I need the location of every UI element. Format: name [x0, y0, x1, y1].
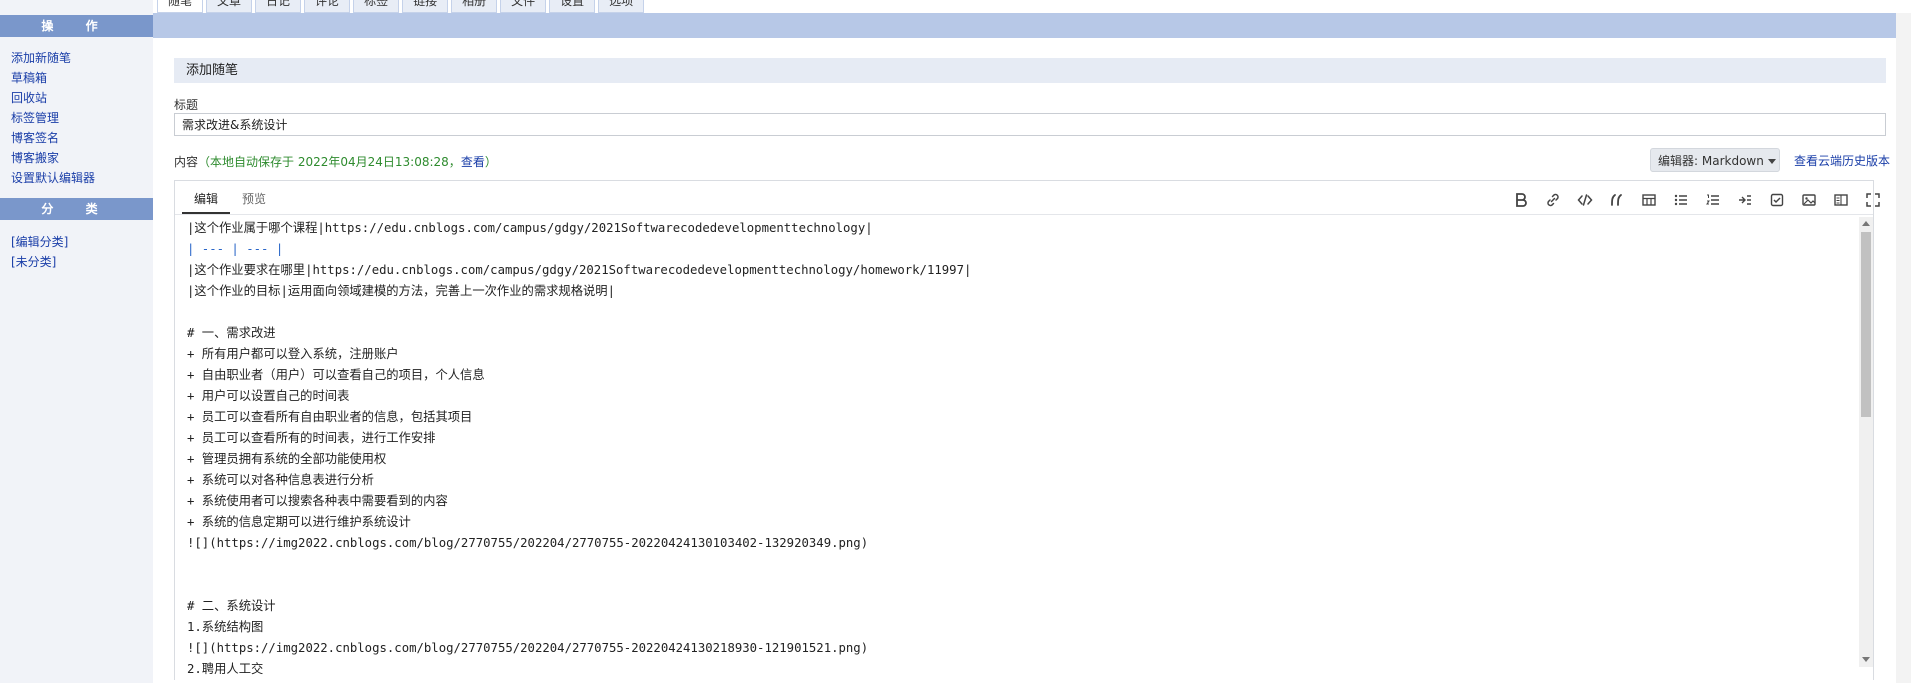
sidebar-link-signature[interactable]: 博客签名 — [11, 128, 95, 148]
content-label: 内容 — [174, 155, 199, 169]
tab-files[interactable]: 文件 — [500, 0, 547, 13]
code-line: + 系统可以对各种信息表进行分析 — [187, 473, 374, 487]
split-view-icon[interactable] — [1825, 190, 1857, 210]
scroll-down-icon[interactable] — [1862, 657, 1870, 662]
tab-tags[interactable]: 标签 — [353, 0, 400, 13]
sidebar-link-default-editor[interactable]: 设置默认编辑器 — [11, 168, 95, 188]
tab-edit[interactable]: 编辑 — [182, 186, 231, 214]
editor-tabs: 编辑 预览 — [182, 186, 278, 214]
code-line: + 用户可以设置自己的时间表 — [187, 389, 350, 403]
bullet-list-icon[interactable] — [1665, 190, 1697, 210]
tab-settings[interactable]: 设置 — [549, 0, 596, 13]
link-icon[interactable] — [1537, 190, 1569, 210]
code-line: # 二、系统设计 — [187, 599, 276, 613]
tab-divider — [175, 214, 1873, 215]
sidebar-link-drafts[interactable]: 草稿箱 — [11, 68, 95, 88]
numbered-list-icon[interactable] — [1697, 190, 1729, 210]
top-bar — [153, 13, 1911, 38]
autosave-view-link[interactable]: 查看 — [461, 155, 485, 169]
code-line: |这个作业的目标|运用面向领域建模的方法，完善上一次作业的需求规格说明| — [187, 284, 616, 298]
code-line: + 员工可以查看所有自由职业者的信息，包括其项目 — [187, 410, 473, 424]
ops-links: 添加新随笔 草稿箱 回收站 标签管理 博客签名 博客搬家 设置默认编辑器 — [11, 48, 95, 188]
sidebar-link-uncategorized[interactable]: [未分类] — [11, 252, 68, 272]
checkbox-icon[interactable] — [1761, 190, 1793, 210]
code-line: ![](https://img2022.cnblogs.com/blog/277… — [187, 536, 869, 550]
editor-toolbar — [1505, 190, 1889, 210]
page-scrollbar[interactable] — [1896, 13, 1911, 683]
tab-links[interactable]: 链接 — [402, 0, 449, 13]
category-links: [编辑分类] [未分类] — [11, 232, 68, 272]
editor-select[interactable]: 编辑器: Markdown — [1650, 148, 1780, 172]
code-line: 2.聘用人工交 — [187, 662, 264, 676]
autosave-status: （本地自动保存于 2022年04月24日13:08:28，查看） — [198, 155, 497, 169]
ops-header: 操 作 — [0, 15, 153, 37]
code-line: + 所有用户都可以登入系统，注册账户 — [187, 347, 399, 361]
code-line: | --- | --- | — [187, 242, 284, 256]
sidebar-link-tag-manage[interactable]: 标签管理 — [11, 108, 95, 128]
section-title: 添加随笔 — [174, 58, 1886, 83]
code-line: 1.系统结构图 — [187, 620, 264, 634]
code-line: # 一、需求改进 — [187, 326, 276, 340]
tab-comments[interactable]: 评论 — [304, 0, 351, 13]
title-label: 标题 — [174, 98, 199, 112]
scroll-thumb[interactable] — [1861, 232, 1871, 417]
tab-diary[interactable]: 日记 — [255, 0, 302, 13]
sidebar: 操 作 添加新随笔 草稿箱 回收站 标签管理 博客签名 博客搬家 设置默认编辑器… — [0, 0, 153, 683]
quote-icon[interactable] — [1601, 190, 1633, 210]
code-line: + 系统的信息定期可以进行维护系统设计 — [187, 515, 411, 529]
code-line: |这个作业要求在哪里|https://edu.cnblogs.com/campu… — [187, 263, 972, 277]
category-header: 分 类 — [0, 198, 153, 220]
chevron-down-icon — [1767, 159, 1776, 164]
tab-preview[interactable]: 预览 — [230, 186, 278, 212]
code-line: |这个作业属于哪个课程|https://edu.cnblogs.com/camp… — [187, 221, 873, 235]
code-icon[interactable] — [1569, 190, 1601, 210]
top-tabs: 随笔 文章 日记 评论 标签 链接 相册 文件 设置 选项 — [157, 0, 645, 13]
code-line: + 系统使用者可以搜索各种表中需要看到的内容 — [187, 494, 448, 508]
markdown-editor[interactable]: |这个作业属于哪个课程|https://edu.cnblogs.com/camp… — [187, 218, 1857, 680]
sidebar-link-migrate[interactable]: 博客搬家 — [11, 148, 95, 168]
tab-albums[interactable]: 相册 — [451, 0, 498, 13]
code-line: + 自由职业者（用户）可以查看自己的项目，个人信息 — [187, 368, 485, 382]
table-icon[interactable] — [1633, 190, 1665, 210]
title-input[interactable] — [174, 113, 1886, 136]
fullscreen-icon[interactable] — [1857, 190, 1889, 210]
scroll-up-icon[interactable] — [1862, 221, 1870, 226]
code-line: + 员工可以查看所有的时间表，进行工作安排 — [187, 431, 436, 445]
content-label-row: 内容（本地自动保存于 2022年04月24日13:08:28，查看） — [174, 153, 497, 170]
image-icon[interactable] — [1793, 190, 1825, 210]
tab-options[interactable]: 选项 — [598, 0, 645, 13]
code-line: ![](https://img2022.cnblogs.com/blog/277… — [187, 641, 869, 655]
bold-icon[interactable] — [1505, 190, 1537, 210]
tab-articles[interactable]: 文章 — [206, 0, 253, 13]
tab-posts[interactable]: 随笔 — [157, 0, 204, 13]
history-link[interactable]: 查看云端历史版本 — [1794, 152, 1890, 169]
sidebar-link-add-post[interactable]: 添加新随笔 — [11, 48, 95, 68]
sidebar-link-edit-category[interactable]: [编辑分类] — [11, 232, 68, 252]
sidebar-link-recycle-bin[interactable]: 回收站 — [11, 88, 95, 108]
indent-icon[interactable] — [1729, 190, 1761, 210]
code-line: + 管理员拥有系统的全部功能使用权 — [187, 452, 387, 466]
